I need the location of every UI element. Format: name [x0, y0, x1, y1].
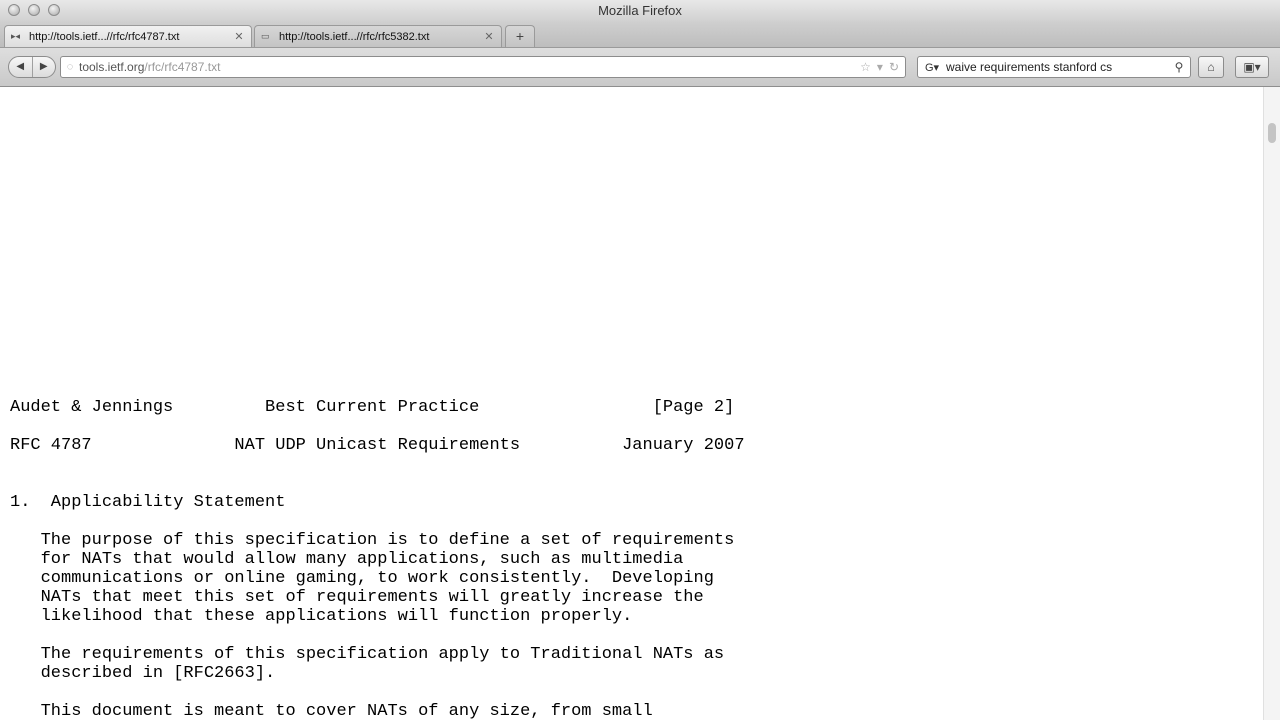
search-bar[interactable]: G▾ waive requirements stanford cs ⚲: [917, 56, 1191, 78]
back-button[interactable]: ◀: [9, 57, 33, 77]
rfc-document-text: Audet & Jennings Best Current Practice […: [10, 398, 745, 720]
search-magnifier-icon[interactable]: ⚲: [1168, 60, 1190, 74]
url-host: tools.ietf.org: [79, 60, 145, 74]
document-line: for NATs that would allow many applicati…: [10, 550, 684, 569]
google-engine-icon[interactable]: G▾: [918, 61, 946, 74]
document-line: Audet & Jennings Best Current Practice […: [10, 398, 735, 417]
document-line: The requirements of this specification a…: [10, 645, 725, 664]
vertical-scrollbar[interactable]: [1263, 87, 1280, 720]
page-content: Audet & Jennings Best Current Practice […: [0, 87, 1264, 720]
reload-icon[interactable]: ↻: [889, 60, 899, 74]
url-path: /rfc/rfc4787.txt: [144, 60, 221, 74]
document-line: 1. Applicability Statement: [10, 493, 286, 512]
site-identity-icon[interactable]: ◌: [61, 61, 79, 73]
tab-strip: ▸◂ http://tools.ietf...//rfc/rfc4787.txt…: [0, 22, 1280, 48]
home-icon: ⌂: [1207, 60, 1215, 74]
tab-rfc5382[interactable]: ▭ http://tools.ietf...//rfc/rfc5382.txt …: [254, 25, 502, 47]
window-titlebar: Mozilla Firefox: [0, 0, 1280, 23]
tab-close-icon[interactable]: ✕: [483, 30, 495, 43]
new-tab-button[interactable]: +: [505, 25, 535, 47]
tab-label: http://tools.ietf...//rfc/rfc4787.txt: [29, 30, 180, 43]
document-line: likelihood that these applications will …: [10, 607, 633, 626]
bookmark-star-icon[interactable]: ☆: [860, 60, 871, 74]
document-line: described in [RFC2663].: [10, 664, 276, 683]
navigation-toolbar: ◀ ▶ ◌ tools.ietf.org/rfc/rfc4787.txt ☆ ▾…: [0, 48, 1280, 87]
search-input[interactable]: waive requirements stanford cs: [946, 60, 1168, 74]
document-line: RFC 4787 NAT UDP Unicast Requirements Ja…: [10, 436, 745, 455]
menu-icon: ▣▾: [1243, 60, 1261, 74]
tab-arrows-icon: ▸◂: [11, 31, 21, 41]
scrollbar-thumb[interactable]: [1268, 123, 1276, 143]
address-bar[interactable]: ◌ tools.ietf.org/rfc/rfc4787.txt ☆ ▾ ↻: [60, 56, 906, 78]
tab-label: http://tools.ietf...//rfc/rfc5382.txt: [279, 30, 430, 43]
history-dropdown-icon[interactable]: ▾: [877, 60, 883, 74]
document-line: communications or online gaming, to work…: [10, 569, 714, 588]
forward-button[interactable]: ▶: [33, 57, 56, 77]
document-line: The purpose of this specification is to …: [10, 531, 735, 550]
window-title: Mozilla Firefox: [598, 3, 682, 18]
back-forward-group: ◀ ▶: [8, 56, 56, 78]
home-button[interactable]: ⌂: [1198, 56, 1224, 78]
tools-menu-button[interactable]: ▣▾: [1235, 56, 1269, 78]
tab-close-icon[interactable]: ✕: [233, 30, 245, 43]
tab-page-icon: ▭: [261, 31, 270, 41]
document-line: This document is meant to cover NATs of …: [10, 702, 653, 720]
tab-rfc4787[interactable]: ▸◂ http://tools.ietf...//rfc/rfc4787.txt…: [4, 25, 252, 47]
document-line: NATs that meet this set of requirements …: [10, 588, 704, 607]
url-text[interactable]: tools.ietf.org/rfc/rfc4787.txt: [79, 60, 860, 74]
